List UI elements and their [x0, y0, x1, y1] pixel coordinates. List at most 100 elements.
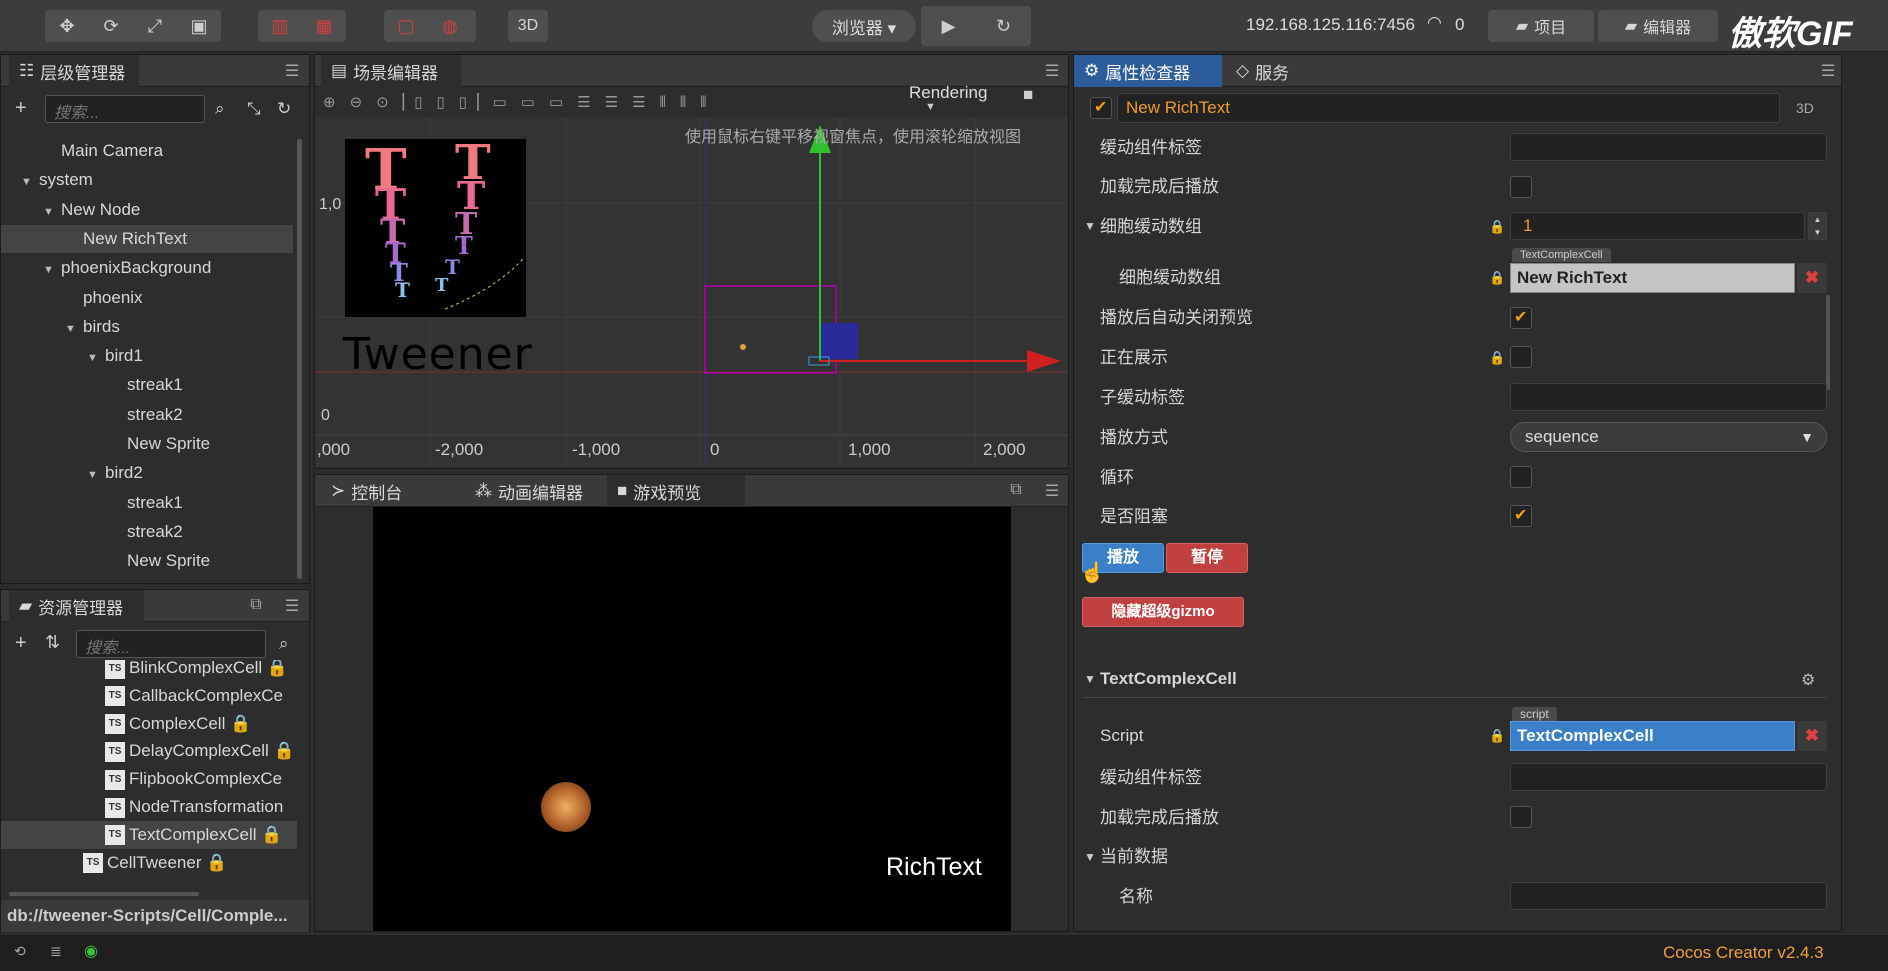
tree-item[interactable]: streak2 [1, 518, 293, 546]
play-mode-select[interactable]: sequence ▼ [1510, 422, 1827, 452]
asset-item[interactable]: TS FlipbookComplexCe [1, 765, 297, 793]
add-icon[interactable]: + [15, 632, 27, 655]
expand-arrow-icon[interactable]: ▼ [43, 198, 61, 226]
zoom-out-icon[interactable]: ⊖ [350, 93, 363, 111]
clear-icon[interactable]: ✖ [1797, 721, 1827, 751]
comp-play-on-load-checkbox[interactable] [1510, 806, 1532, 828]
tab-assets[interactable]: ▰ 资源管理器 [9, 590, 144, 622]
tree-item[interactable]: New Sprite [1, 430, 293, 458]
rect-icon[interactable]: ▣ [177, 10, 221, 42]
tweener-label[interactable]: Tweener [343, 329, 533, 380]
node-name-input[interactable]: New RichText [1117, 93, 1780, 123]
search-icon[interactable]: ⌕ [215, 99, 225, 119]
align-icon[interactable]: ▭ [549, 93, 563, 111]
cell-array-count-input[interactable]: 1 [1510, 212, 1805, 240]
globe-icon[interactable]: ◍ [428, 10, 472, 42]
assets-search-input[interactable]: 搜索... [76, 630, 266, 658]
menu-icon[interactable]: ☰ [1043, 61, 1061, 80]
expand-arrow-icon[interactable]: ▼ [1084, 672, 1096, 686]
tab-inspector[interactable]: ⚙ 属性检查器 [1074, 55, 1222, 87]
tab-game-preview[interactable]: ■ 游戏预览 [607, 475, 745, 507]
tree-item[interactable]: ▼ bird2 [1, 459, 293, 487]
align-icon[interactable]: ▭ [493, 93, 507, 111]
distribute-icon[interactable]: ⫴ [680, 94, 686, 111]
distribute-icon[interactable]: ☰ [577, 93, 590, 111]
browser-select[interactable]: 浏览器 ▾ [812, 10, 916, 42]
showing-checkbox[interactable] [1510, 346, 1532, 368]
gear-icon[interactable]: ⚙ [1801, 670, 1815, 690]
eye-icon[interactable]: ◉ [84, 941, 98, 961]
cell-object-field[interactable]: New RichText [1510, 263, 1795, 293]
box-icon[interactable]: ▢ [384, 10, 428, 42]
align-icon[interactable]: ▯ [437, 93, 445, 111]
database-icon[interactable]: ≣ [50, 943, 62, 960]
expand-arrow-icon[interactable]: ▼ [65, 315, 83, 343]
node-active-checkbox[interactable] [1090, 97, 1112, 119]
project-button[interactable]: ▰ 项目 [1488, 10, 1594, 42]
popout-icon[interactable]: ⧉ [1007, 481, 1025, 499]
tree-item[interactable]: ▼ birds [1, 313, 293, 341]
expand-arrow-icon[interactable]: ▼ [87, 344, 105, 372]
asset-item[interactable]: TS CallbackComplexCe [1, 682, 297, 710]
align-icon[interactable]: ▏▯ [403, 93, 423, 111]
hide-gizmo-button[interactable]: 隐藏超级gizmo [1082, 597, 1244, 627]
align-icon[interactable]: ▯▕ [459, 93, 479, 111]
menu-icon[interactable]: ☰ [283, 596, 301, 615]
blocking-checkbox[interactable] [1510, 505, 1532, 527]
play-icon[interactable]: ▶ [921, 6, 976, 46]
asset-item[interactable]: TS TextComplexCell 🔒 [1, 820, 297, 849]
asset-item[interactable]: TS CellTweener 🔒 [1, 849, 297, 877]
move-icon[interactable]: ✥ [45, 10, 89, 42]
add-icon[interactable]: + [15, 97, 27, 120]
distribute-icon[interactable]: ⫴ [660, 94, 666, 111]
expand-arrow-icon[interactable]: ▼ [1084, 850, 1096, 864]
scrollbar[interactable] [297, 139, 302, 579]
sub-tag-input[interactable] [1510, 383, 1827, 411]
tree-item[interactable]: phoenix [1, 284, 293, 312]
zoom-reset-icon[interactable]: ⊙ [376, 93, 389, 111]
expand-arrow-icon[interactable]: ▼ [1084, 219, 1096, 233]
editor-button[interactable]: ▰ 编辑器 [1598, 10, 1718, 42]
asset-item[interactable]: TS BlinkComplexCell 🔒 [1, 660, 297, 682]
tree-item[interactable]: ▼ system [1, 166, 293, 194]
pause-button[interactable]: 暂停 [1166, 543, 1248, 573]
scrollbar[interactable] [1826, 295, 1830, 390]
tab-service[interactable]: ◇ 服务 [1226, 55, 1299, 87]
tab-animation[interactable]: ⁂ 动画编辑器 [465, 475, 593, 507]
rotate-icon[interactable]: ⟳ [89, 10, 133, 42]
distribute-icon[interactable]: ⫴ [700, 94, 706, 111]
game-canvas[interactable]: RichText [373, 507, 1011, 931]
collapse-icon[interactable]: ⤡ [247, 99, 261, 119]
expand-arrow-icon[interactable]: ▼ [87, 461, 105, 489]
tree-item[interactable]: ▼ bird1 [1, 342, 293, 370]
tab-scene[interactable]: ▤ 场景编辑器 [321, 55, 461, 87]
clear-icon[interactable]: ✖ [1797, 263, 1827, 293]
expand-arrow-icon[interactable]: ▼ [21, 168, 39, 196]
tree-item[interactable]: ▼ phoenixBackground [1, 254, 293, 282]
tree-item[interactable]: Main Camera [1, 137, 293, 165]
auto-close-checkbox[interactable] [1510, 307, 1532, 329]
popout-icon[interactable]: ⧉ [247, 596, 265, 614]
play-on-load-checkbox[interactable] [1510, 176, 1532, 198]
tree-item[interactable]: streak1 [1, 371, 293, 399]
node-3d-label[interactable]: 3D [1796, 100, 1814, 116]
expand-arrow-icon[interactable]: ▼ [43, 256, 61, 284]
align-icon[interactable]: ▭ [521, 93, 535, 111]
tree-item[interactable]: ▼ New Node [1, 196, 293, 224]
tree-item[interactable]: streak2 [1, 401, 293, 429]
menu-icon[interactable]: ☰ [1819, 61, 1837, 80]
refresh-icon[interactable]: ↻ [277, 99, 291, 119]
asset-item[interactable]: TS DelayComplexCell 🔒 [1, 737, 297, 765]
menu-icon[interactable]: ☰ [1043, 481, 1061, 500]
local-icon[interactable]: ▦ [302, 10, 346, 42]
distribute-icon[interactable]: ☰ [605, 93, 618, 111]
menu-icon[interactable]: ☰ [283, 61, 301, 80]
zoom-in-icon[interactable]: ⊕ [323, 93, 336, 111]
tween-tag-input[interactable] [1510, 133, 1827, 161]
tab-hierarchy[interactable]: ☷ 层级管理器 [9, 55, 139, 87]
loop-checkbox[interactable] [1510, 466, 1532, 488]
refresh-icon[interactable]: ↻ [976, 6, 1031, 46]
camera-icon[interactable]: ■ [1023, 85, 1033, 105]
scene-viewport[interactable]: T T T T T T T T T T T T Tweener 使用鼠标右键平移… [315, 117, 1068, 467]
script-object-field[interactable]: TextComplexCell [1510, 721, 1795, 751]
